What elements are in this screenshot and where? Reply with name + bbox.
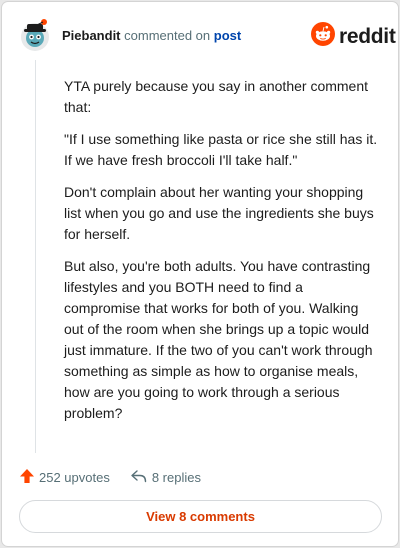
- username-link[interactable]: Piebandit: [62, 28, 121, 43]
- comment-paragraph: "If I use something like pasta or rice s…: [64, 131, 378, 168]
- comment-header: Piebandit commented on post: [62, 28, 241, 43]
- reply-button[interactable]: 8 replies: [130, 468, 201, 487]
- upvote-count: 252 upvotes: [39, 469, 110, 485]
- comment-paragraph: But also, you're both adults. You have c…: [64, 258, 373, 421]
- user-avatar-icon[interactable]: [20, 18, 50, 52]
- reddit-brand[interactable]: reddit: [311, 22, 396, 51]
- reddit-logo-icon: [311, 22, 335, 51]
- comment-paragraph: Don't complain about her wanting your sh…: [64, 184, 374, 242]
- thread-line: [35, 60, 36, 453]
- view-comments-button[interactable]: View 8 comments: [19, 500, 382, 533]
- reddit-wordmark: reddit: [339, 24, 396, 48]
- upvote-button[interactable]: 252 upvotes: [19, 468, 110, 487]
- comment-body: YTA purely because you say in another co…: [64, 76, 380, 435]
- reply-count: 8 replies: [151, 469, 201, 485]
- comment-card: Piebandit commented on post reddit YTA p…: [1, 1, 399, 547]
- upvote-arrow-icon: [19, 468, 35, 487]
- post-link[interactable]: post: [214, 28, 241, 43]
- reply-arrow-icon: [130, 468, 148, 487]
- comment-paragraph: YTA purely because you say in another co…: [64, 78, 369, 115]
- comment-actions: 252 upvotes 8 replies: [19, 467, 201, 487]
- commented-on-label: commented on: [124, 28, 211, 43]
